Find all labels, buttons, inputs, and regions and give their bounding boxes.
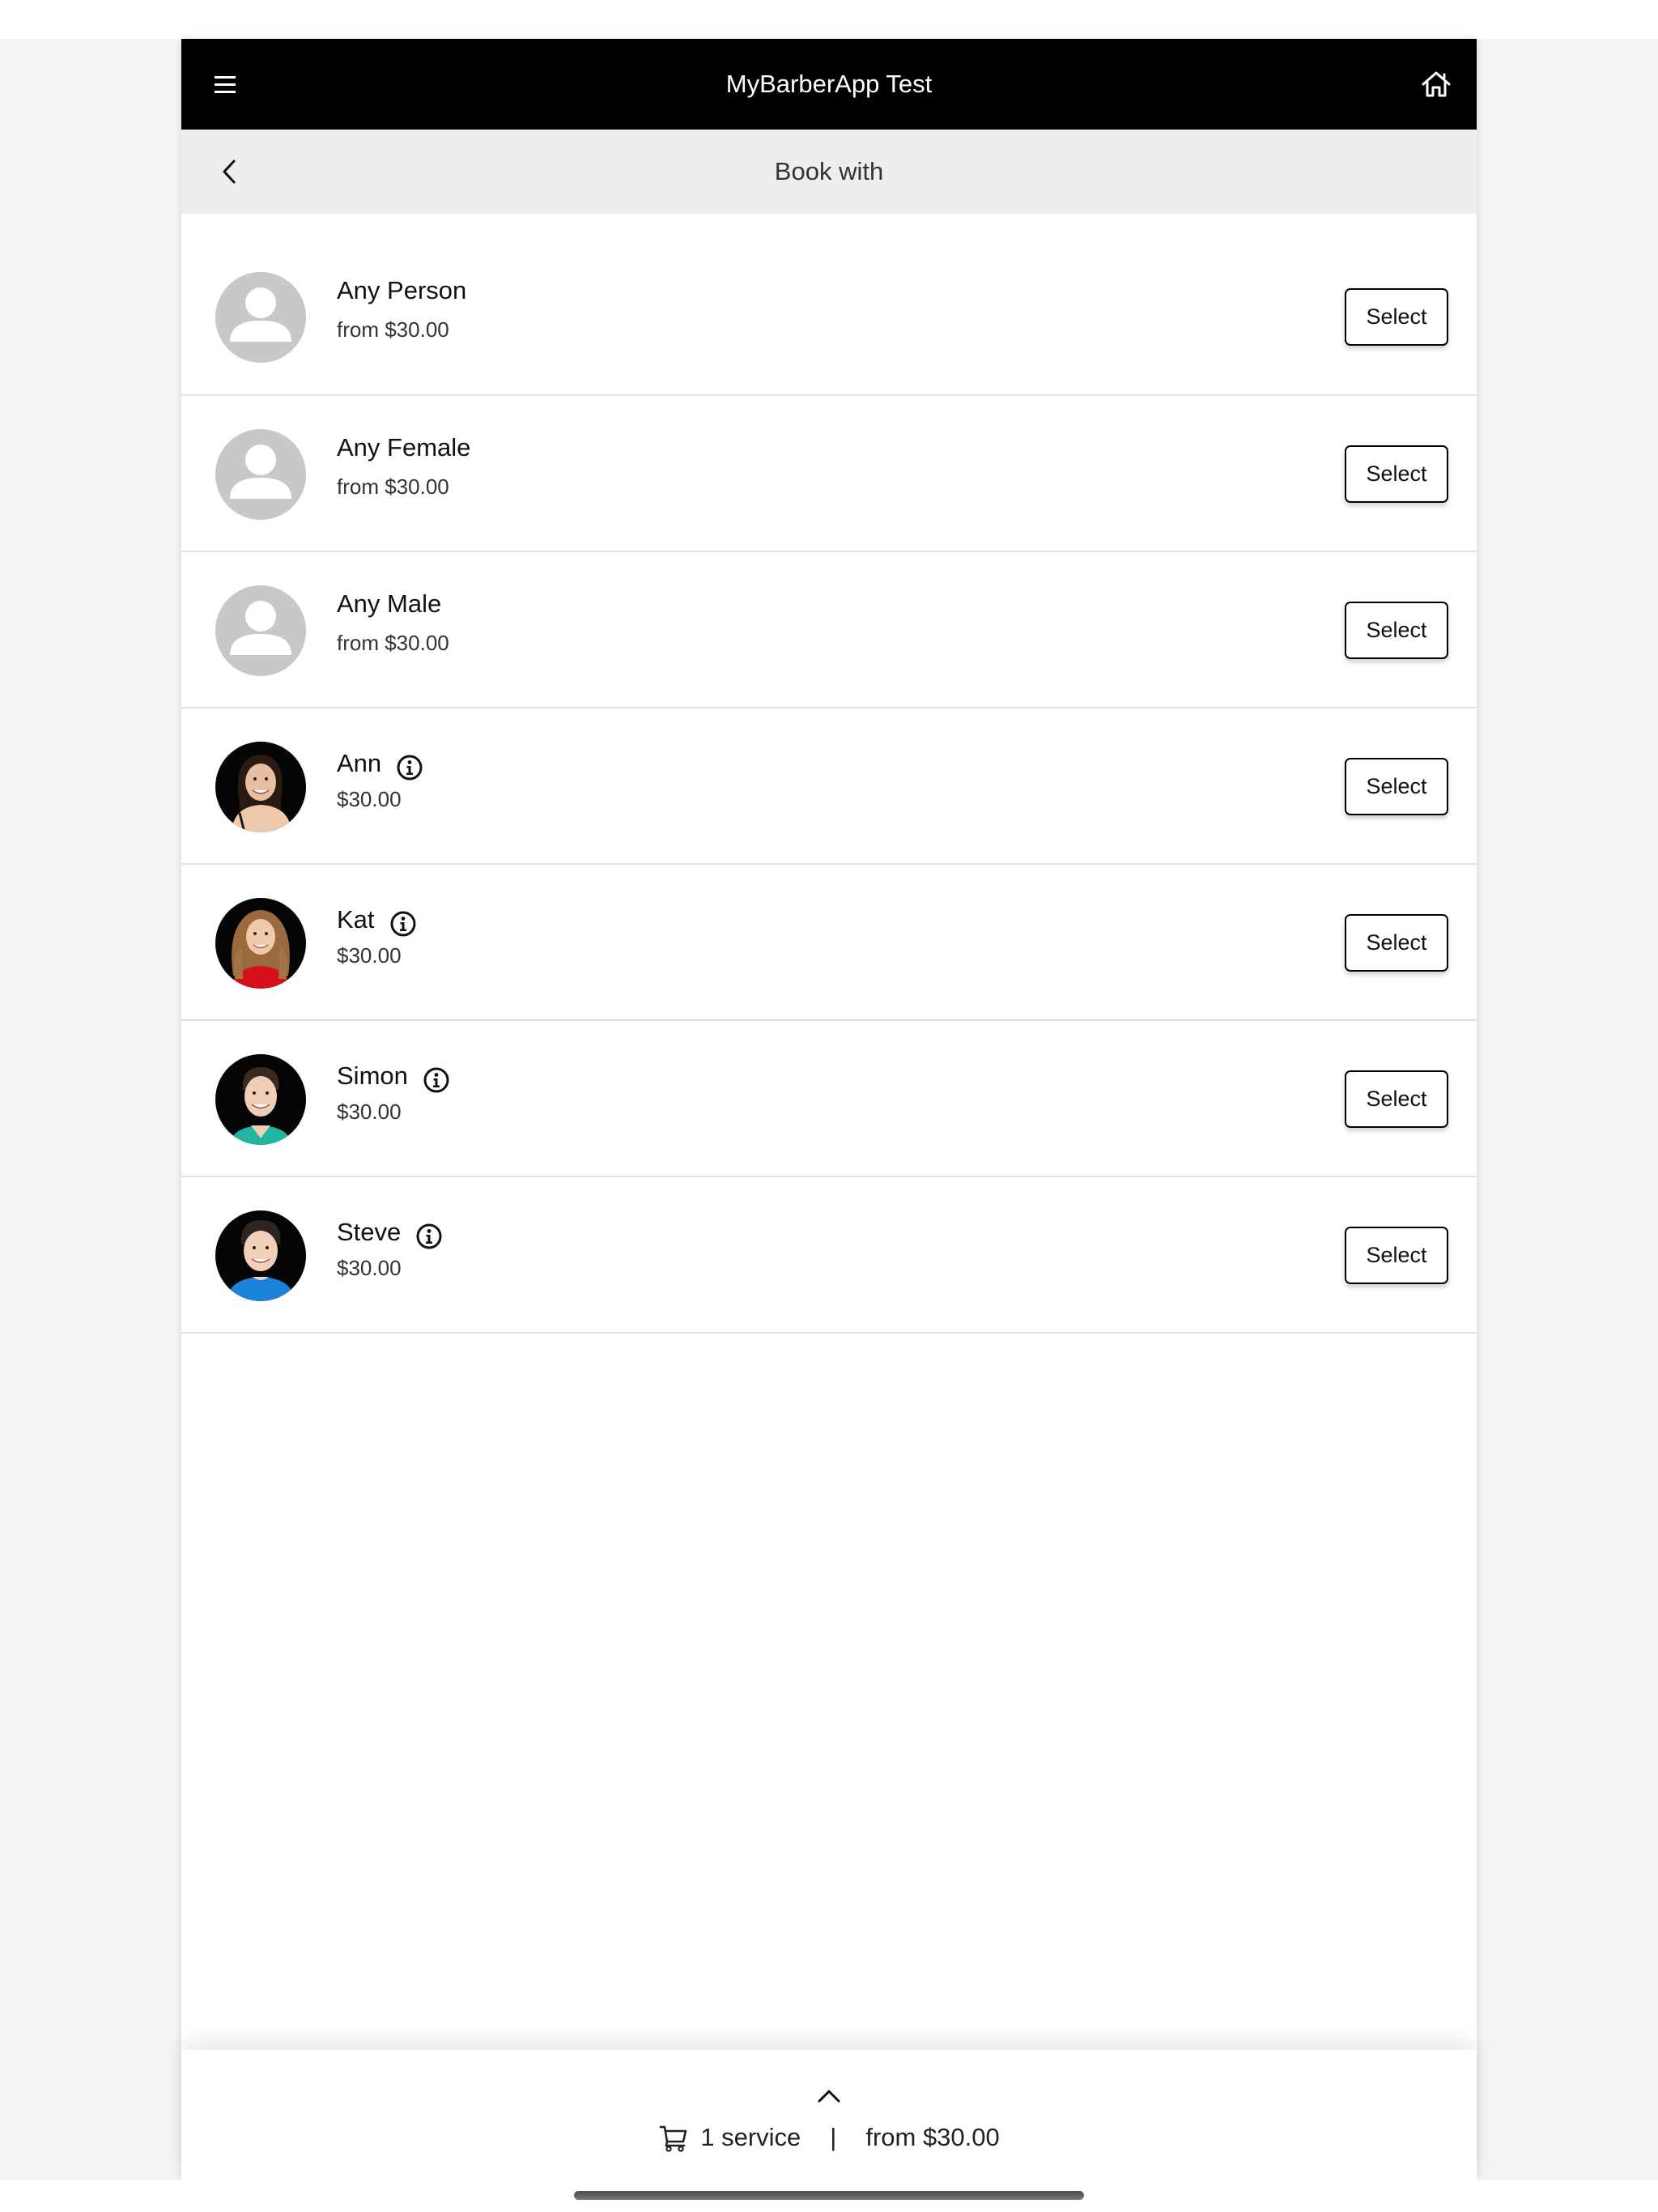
info-icon[interactable] (423, 1066, 450, 1094)
staff-name: Any Male (337, 589, 441, 619)
app-header: MyBarberApp Test (181, 39, 1477, 130)
staff-photo (215, 1054, 306, 1145)
select-button[interactable]: Select (1345, 445, 1448, 503)
shopping-cart-icon (658, 2122, 689, 2153)
staff-photo (215, 898, 306, 989)
select-button[interactable]: Select (1345, 288, 1448, 346)
home-button[interactable] (1418, 66, 1454, 102)
info-icon[interactable] (389, 910, 417, 938)
staff-photo (215, 1210, 306, 1301)
home-indicator-bar[interactable] (574, 2191, 1084, 2200)
staff-name: Any Person (337, 276, 466, 305)
staff-price: from $30.00 (337, 474, 449, 499)
avatar-photo (215, 1054, 306, 1145)
staff-row-any-male: Any Male from $30.00 Select (181, 552, 1477, 708)
staff-price: $30.00 (337, 1100, 402, 1124)
staff-row-simon: Simon $30.00 Select (181, 1021, 1477, 1177)
avatar (215, 272, 306, 363)
person-placeholder-icon (215, 585, 306, 676)
expand-cart-button[interactable] (813, 2084, 845, 2107)
staff-name-text: Kat (337, 905, 375, 934)
staff-name-text: Any Female (337, 433, 471, 462)
avatar (215, 585, 306, 676)
select-button[interactable]: Select (1345, 1070, 1448, 1128)
chevron-left-icon (223, 160, 236, 184)
hamburger-menu-icon (215, 76, 236, 93)
staff-name-text: Steve (337, 1218, 402, 1246)
avatar-photo (215, 898, 306, 989)
staff-price: from $30.00 (337, 317, 449, 342)
cart-separator: | (830, 2123, 837, 2151)
sub-header: Book with (181, 130, 1477, 214)
select-button[interactable]: Select (1345, 758, 1448, 815)
person-placeholder-icon (215, 272, 306, 363)
app-title: MyBarberApp Test (725, 70, 933, 98)
select-button[interactable]: Select (1345, 914, 1448, 972)
staff-name-text: Simon (337, 1061, 408, 1090)
staff-price: $30.00 (337, 943, 402, 968)
home-icon (1422, 71, 1451, 97)
staff-row-any-female: Any Female from $30.00 Select (181, 396, 1477, 552)
staff-name: Steve (337, 1214, 443, 1250)
staff-row-any-person: Any Person from $30.00 Select (181, 239, 1477, 396)
staff-name: Simon (337, 1058, 450, 1094)
cart-summary[interactable]: 1 service | from $30.00 (181, 2118, 1477, 2157)
person-placeholder-icon (215, 429, 306, 520)
staff-name: Kat (337, 902, 417, 938)
staff-price: from $30.00 (337, 631, 449, 655)
staff-name-text: Ann (337, 749, 382, 777)
menu-button[interactable] (209, 68, 241, 100)
back-button[interactable] (212, 154, 248, 189)
select-button[interactable]: Select (1345, 1227, 1448, 1284)
staff-row-steve: Steve $30.00 Select (181, 1177, 1477, 1334)
info-icon[interactable] (396, 754, 423, 781)
avatar-photo (215, 1210, 306, 1301)
status-bar-area (0, 0, 1658, 39)
cart-service-count: 1 service (700, 2123, 801, 2151)
select-button[interactable]: Select (1345, 602, 1448, 659)
staff-photo (215, 742, 306, 832)
page-title: Book with (774, 157, 884, 185)
info-icon[interactable] (415, 1223, 443, 1250)
avatar-photo (215, 742, 306, 832)
staff-name: Any Female (337, 433, 470, 462)
cart-total: from $30.00 (865, 2123, 1000, 2151)
staff-name: Ann (337, 746, 423, 781)
staff-price: $30.00 (337, 1256, 402, 1280)
cart-bottom-bar: 1 service | from $30.00 (181, 2050, 1477, 2180)
app-container: MyBarberApp Test Book with Any Person fr… (181, 39, 1477, 2180)
staff-row-ann: Ann $30.00 Select (181, 708, 1477, 865)
staff-list: Any Person from $30.00 Select Any Female… (181, 239, 1477, 1334)
chevron-up-icon (818, 2090, 840, 2103)
staff-row-kat: Kat $30.00 Select (181, 865, 1477, 1021)
staff-name-text: Any Person (337, 276, 467, 304)
staff-price: $30.00 (337, 787, 402, 811)
staff-name-text: Any Male (337, 589, 442, 618)
avatar (215, 429, 306, 520)
